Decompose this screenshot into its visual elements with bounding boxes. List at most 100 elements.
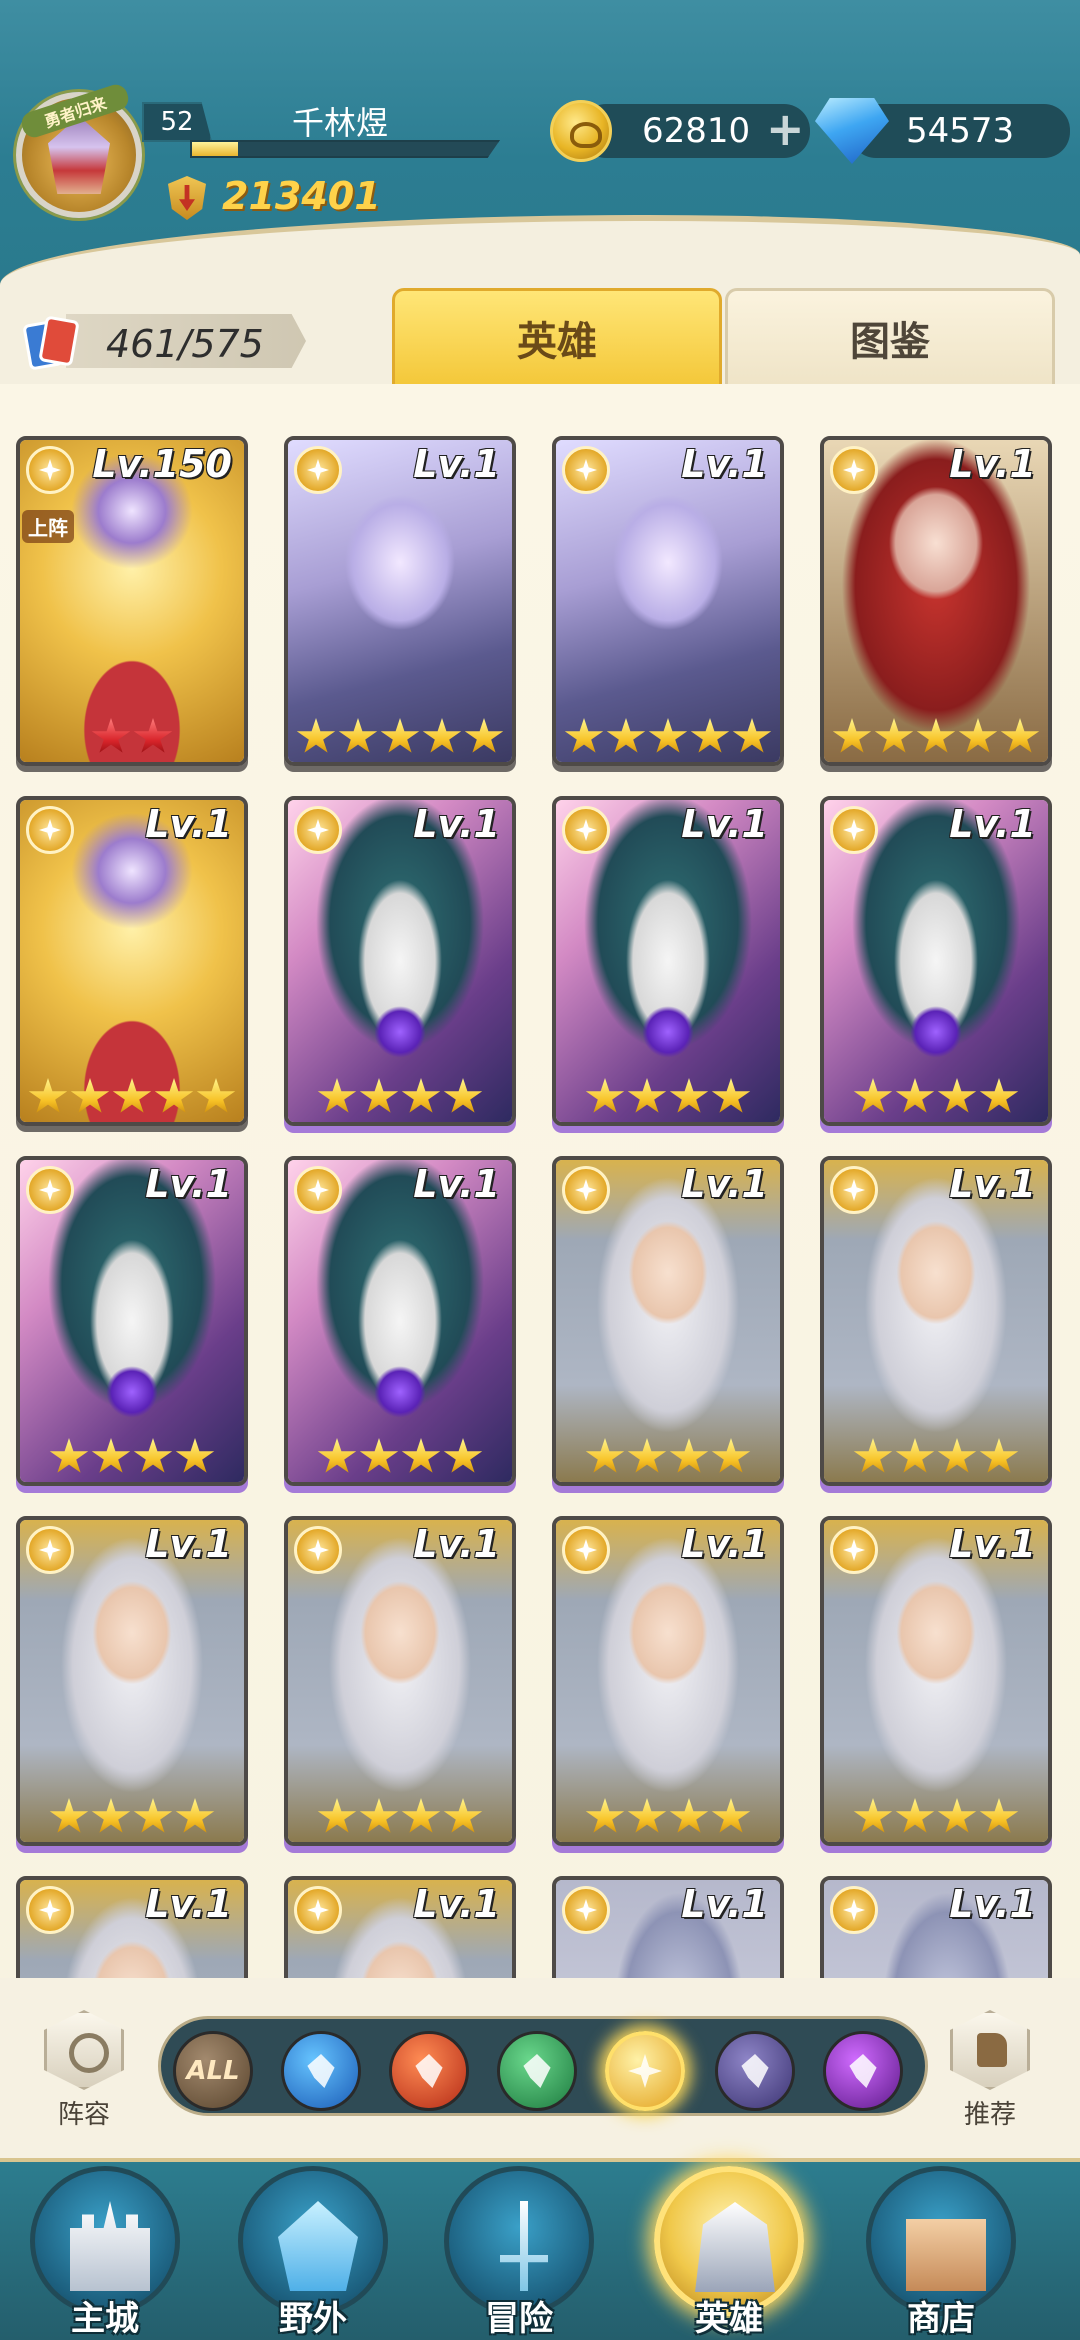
nav-label: 冒险	[485, 2299, 553, 2339]
hero-card[interactable]: Lv.1	[820, 796, 1052, 1126]
star-icon	[1000, 718, 1040, 753]
hero-level: Lv.1	[413, 1882, 500, 1926]
element-filter-water-icon[interactable]	[281, 2031, 361, 2111]
star-icon	[338, 718, 378, 753]
element-filter-dark-icon[interactable]	[715, 2031, 795, 2111]
nav-portal[interactable]: 野外	[228, 2166, 398, 2340]
lineup-label: 阵容	[57, 2100, 110, 2130]
nav-sword[interactable]: 冒险	[434, 2166, 604, 2340]
light-faction-icon	[294, 1526, 342, 1574]
star-rating	[288, 718, 512, 756]
star-icon	[49, 1438, 89, 1473]
star-rating	[20, 1438, 244, 1476]
nav-helmet[interactable]: 英雄	[644, 2166, 814, 2340]
element-filter-wind-icon[interactable]	[497, 2031, 577, 2111]
element-filter-fire-icon[interactable]	[389, 2031, 469, 2111]
star-icon	[937, 1438, 977, 1473]
star-icon	[937, 1798, 977, 1833]
star-icon	[979, 1438, 1019, 1473]
light-faction-icon	[562, 1886, 610, 1934]
hero-card[interactable]: Lv.150 上阵	[16, 436, 248, 766]
star-icon	[91, 718, 131, 753]
hero-card[interactable]: Lv.1	[552, 1516, 784, 1846]
light-faction-icon	[26, 1886, 74, 1934]
hero-card[interactable]: Lv.1	[552, 1156, 784, 1486]
star-icon	[895, 1078, 935, 1113]
hero-card[interactable]: Lv.1	[820, 1876, 1052, 1978]
hero-card[interactable]: Lv.1	[284, 1516, 516, 1846]
hero-card[interactable]: Lv.1	[820, 1516, 1052, 1846]
hero-card[interactable]: Lv.1	[16, 796, 248, 1126]
hero-card[interactable]: Lv.1	[820, 1156, 1052, 1486]
star-icon	[401, 1438, 441, 1473]
recommend-button[interactable]: 推荐	[940, 2010, 1040, 2130]
nav-castle[interactable]: 主城	[20, 2166, 190, 2340]
hero-card[interactable]: Lv.1	[284, 1876, 516, 1978]
star-rating	[824, 1438, 1048, 1476]
element-filter-light-icon[interactable]	[605, 2031, 685, 2111]
star-icon	[91, 1798, 131, 1833]
gold-value: 62810	[642, 111, 751, 151]
star-rating	[556, 1798, 780, 1836]
hero-card[interactable]: Lv.1	[552, 796, 784, 1126]
hero-card[interactable]: Lv.1	[16, 1876, 248, 1978]
light-faction-icon	[830, 1166, 878, 1214]
star-icon	[895, 1798, 935, 1833]
nav-label: 主城	[71, 2299, 139, 2339]
star-icon	[401, 1798, 441, 1833]
recommend-label: 推荐	[963, 2100, 1016, 2130]
tab-heroes[interactable]: 英雄	[392, 288, 722, 398]
star-icon	[732, 718, 772, 753]
star-icon	[916, 718, 956, 753]
gold-add-button[interactable]: +	[766, 106, 805, 152]
star-rating	[556, 718, 780, 756]
star-icon	[832, 718, 872, 753]
light-faction-icon	[830, 806, 878, 854]
star-icon	[937, 1078, 977, 1113]
hero-grid: Lv.150 上阵 Lv.1 Lv.1 Lv.1 Lv.1 Lv.1 Lv.1 Lv.1 Lv.1…	[0, 384, 1080, 1978]
nav-label: 野外	[279, 2299, 347, 2339]
star-icon	[979, 1078, 1019, 1113]
hero-level: Lv.1	[145, 802, 232, 846]
hero-level: Lv.1	[949, 1522, 1036, 1566]
exp-bar-fill	[192, 142, 238, 156]
star-icon	[853, 1798, 893, 1833]
light-faction-icon	[562, 446, 610, 494]
hero-card[interactable]: Lv.1	[284, 1156, 516, 1486]
hero-card[interactable]: Lv.1	[16, 1516, 248, 1846]
star-rating	[20, 718, 244, 756]
hero-level: Lv.1	[413, 802, 500, 846]
star-icon	[627, 1798, 667, 1833]
hero-card[interactable]: Lv.1	[552, 1876, 784, 1978]
hero-card[interactable]: Lv.1	[284, 436, 516, 766]
hero-level: Lv.1	[681, 442, 768, 486]
portal-icon	[278, 2201, 358, 2291]
element-filter-all-icon[interactable]: ALL	[173, 2031, 253, 2111]
star-rating	[824, 1078, 1048, 1116]
light-faction-icon	[26, 1166, 74, 1214]
star-icon	[133, 1798, 173, 1833]
tab-codex[interactable]: 图鉴	[725, 288, 1055, 384]
star-icon	[443, 1438, 483, 1473]
hero-card[interactable]: Lv.1	[552, 436, 784, 766]
element-filter-void-icon[interactable]	[823, 2031, 903, 2111]
star-icon	[585, 1078, 625, 1113]
hero-card[interactable]: Lv.1	[820, 436, 1052, 766]
hero-card[interactable]: Lv.1	[284, 796, 516, 1126]
nav-shop[interactable]: 商店	[856, 2166, 1026, 2340]
light-faction-icon	[562, 806, 610, 854]
star-icon	[296, 718, 336, 753]
castle-icon	[70, 2201, 150, 2291]
star-icon	[154, 1078, 194, 1113]
light-faction-icon	[294, 1166, 342, 1214]
star-icon	[359, 1438, 399, 1473]
hero-card[interactable]: Lv.1	[16, 1156, 248, 1486]
light-faction-icon	[294, 446, 342, 494]
star-icon	[669, 1438, 709, 1473]
star-icon	[380, 718, 420, 753]
light-faction-icon	[830, 446, 878, 494]
star-icon	[133, 1438, 173, 1473]
hero-level: Lv.1	[145, 1522, 232, 1566]
lineup-button[interactable]: 阵容	[34, 2010, 134, 2130]
star-rating	[288, 1078, 512, 1116]
